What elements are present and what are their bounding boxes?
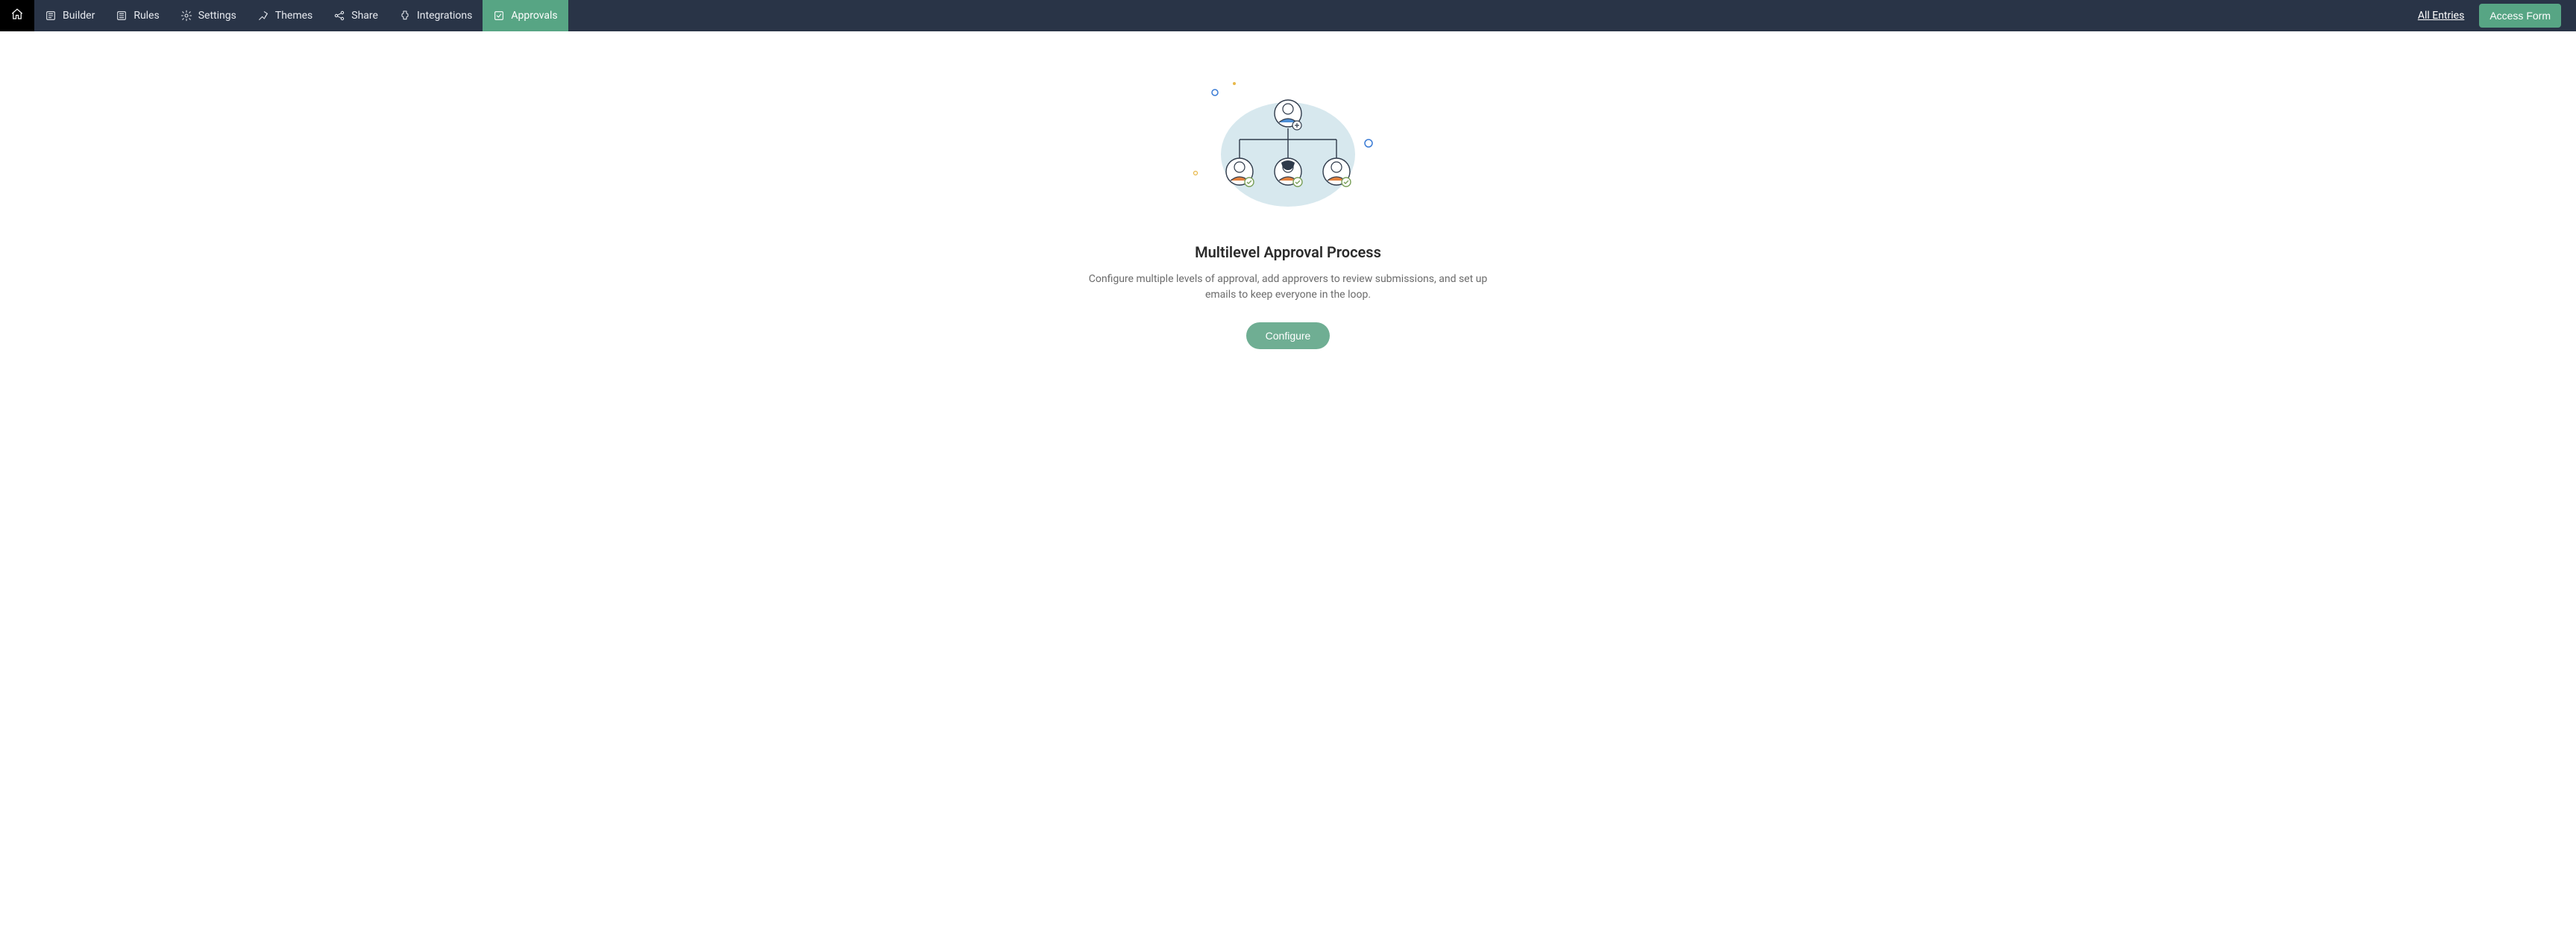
share-icon <box>333 10 345 22</box>
tab-label: Approvals <box>511 10 557 22</box>
top-nav-bar: Builder Rules Settings Themes Share <box>0 0 2576 31</box>
right-actions: All Entries Access Form <box>2418 0 2576 31</box>
gear-icon <box>180 10 192 22</box>
approval-illustration <box>1184 76 1392 225</box>
rules-icon <box>116 10 128 22</box>
home-button[interactable] <box>0 0 34 31</box>
access-form-button[interactable]: Access Form <box>2479 4 2561 28</box>
all-entries-link[interactable]: All Entries <box>2418 10 2464 22</box>
spacer <box>568 0 2418 31</box>
tab-label: Builder <box>63 10 95 22</box>
tab-builder[interactable]: Builder <box>34 0 105 31</box>
tab-label: Themes <box>275 10 312 22</box>
builder-icon <box>45 10 57 22</box>
tab-approvals[interactable]: Approvals <box>483 0 568 31</box>
tab-integrations[interactable]: Integrations <box>389 0 483 31</box>
tab-label: Share <box>351 10 378 22</box>
tab-share[interactable]: Share <box>323 0 389 31</box>
themes-icon <box>257 10 269 22</box>
empty-state-title: Multilevel Approval Process <box>1195 243 1381 261</box>
tab-settings[interactable]: Settings <box>170 0 247 31</box>
integrations-icon <box>399 10 411 22</box>
main-content: Multilevel Approval Process Configure mu… <box>0 31 2576 349</box>
tab-rules[interactable]: Rules <box>105 0 169 31</box>
tab-label: Integrations <box>417 10 472 22</box>
tab-label: Rules <box>133 10 159 22</box>
nav-tabs: Builder Rules Settings Themes Share <box>34 0 568 31</box>
tab-themes[interactable]: Themes <box>247 0 323 31</box>
configure-button[interactable]: Configure <box>1246 322 1331 349</box>
tab-label: Settings <box>198 10 236 22</box>
approvals-icon <box>493 10 505 22</box>
empty-state-description: Configure multiple levels of approval, a… <box>1079 272 1497 303</box>
home-icon <box>10 7 24 24</box>
